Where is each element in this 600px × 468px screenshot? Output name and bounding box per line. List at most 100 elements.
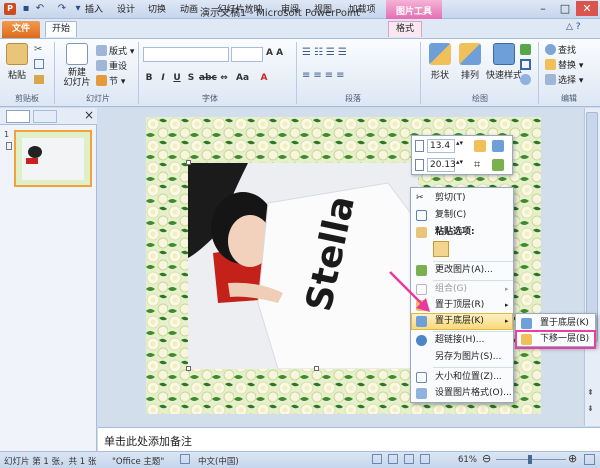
tab-transitions[interactable]: 切换 [143,3,171,19]
menu-size-and-position[interactable]: 大小和位置(Z)... [412,370,512,385]
copy-icon[interactable] [34,59,44,69]
crop-icon[interactable]: ⌗ [474,158,480,172]
quick-styles-button[interactable]: 快速样式 [484,41,524,91]
slide-thumbnail[interactable] [14,130,92,187]
paste-button[interactable]: 粘贴 [4,41,30,91]
next-slide-icon[interactable]: ⇟ [587,404,594,413]
slideshow-view-icon[interactable] [420,454,430,464]
tab-slideshow[interactable]: 幻灯片放映 [208,3,272,19]
tab-format[interactable]: 格式 [388,21,422,37]
slide-number: 1 [4,130,10,139]
bring-forward-mini-icon[interactable] [474,140,486,152]
selected-picture[interactable]: Stella [188,163,418,369]
strikethrough-button[interactable]: abc [199,72,217,84]
font-color-icon[interactable]: A [258,72,270,84]
slide-sorter-icon[interactable] [388,454,398,464]
submenu-send-backward[interactable]: 下移一层(B) [515,330,596,349]
notes-pane[interactable]: 单击此处添加备注 [98,427,600,451]
menu-separator [433,367,513,368]
resize-handle[interactable] [314,366,319,371]
find-button[interactable]: 查找 [545,44,576,57]
zoom-out-icon[interactable]: ⊖ [482,452,491,465]
layout-icon [96,45,107,56]
proofing-icon[interactable] [180,454,190,464]
shape-fill-icon[interactable] [520,44,531,55]
size-position-icon [416,372,427,383]
format-painter-icon[interactable] [34,75,44,84]
resize-handle[interactable] [186,160,191,165]
close-button[interactable]: ✕ [576,1,598,16]
width-input[interactable]: 20.13 [427,158,456,172]
menu-separator [433,280,513,281]
woman-photo: Stella [188,163,418,369]
menu-format-picture[interactable]: 设置图片格式(O)... [412,386,512,401]
height-spinner[interactable]: ▴▾ [456,139,463,147]
fit-to-window-icon[interactable] [584,454,595,465]
outline-tab[interactable] [33,110,57,123]
bold-button[interactable]: B [143,72,155,84]
shape-effects-icon[interactable] [520,74,531,85]
menu-copy[interactable]: 复制(C) [412,208,512,223]
resize-handle[interactable] [186,366,191,371]
char-spacing-icon[interactable]: ⇔ [218,72,230,84]
scroll-thumb[interactable] [586,112,598,342]
save-icon[interactable]: ▪ [20,3,32,15]
tab-addins[interactable]: 加载项 [342,3,382,19]
tab-design[interactable]: 设计 [112,3,140,19]
shape-outline-icon[interactable] [520,59,531,70]
select-button[interactable]: 选择 ▾ [545,74,583,87]
section-button[interactable]: 节 ▾ [96,75,125,88]
normal-view-icon[interactable] [372,454,382,464]
maximize-button[interactable]: □ [554,1,576,16]
close-pane-icon[interactable]: × [84,108,94,122]
paragraph-list-icons[interactable]: ☰☷☰☰ [302,47,350,58]
shadow-button[interactable]: S [185,72,197,84]
minimize-button[interactable]: – [532,1,554,16]
redo-icon[interactable]: ↷ [56,3,68,15]
zoom-in-icon[interactable]: ⊕ [568,452,577,465]
tab-home[interactable]: 开始 [45,21,77,37]
tab-file[interactable]: 文件 [2,21,40,38]
font-group-label: 字体 [202,94,218,103]
new-slide-button[interactable]: 新建 幻灯片 [60,41,94,91]
tab-animations[interactable]: 动画 [175,3,203,19]
crop-mini-icon[interactable] [492,140,504,152]
menu-save-as-picture[interactable]: 另存为图片(S)... [412,350,512,365]
arrange-button[interactable]: 排列 [456,41,484,91]
help-icon[interactable]: △ ? [566,22,581,32]
reset-button[interactable]: 重设 [96,60,127,73]
prev-slide-icon[interactable]: ⇞ [587,388,594,397]
font-name-box[interactable] [143,47,229,62]
reset-icon [96,60,107,71]
height-icon [415,140,424,152]
paste-option-picture-icon[interactable] [433,241,449,257]
paragraph-align-icons[interactable]: ≡≡≡≡ [302,70,348,81]
cut-icon[interactable]: ✂ [34,44,42,55]
width-spinner[interactable]: ▴▾ [456,158,463,166]
change-case-icon[interactable]: Aa [236,72,249,84]
shapes-button[interactable]: 形状 [424,41,456,91]
menu-separator [433,331,513,332]
language[interactable]: 中文(中国) [198,455,239,467]
submenu-send-to-back[interactable]: 置于底层(K) [517,316,594,331]
height-input[interactable]: 13.4 [427,139,455,153]
editing-group-label: 编辑 [561,94,577,103]
menu-cut[interactable]: ✂ 剪切(T) [412,191,512,206]
slides-tab[interactable] [6,110,30,123]
replace-button[interactable]: 替换 ▾ [545,59,583,72]
reading-view-icon[interactable] [404,454,414,464]
layout-button[interactable]: 版式 ▾ [96,45,134,58]
undo-icon[interactable]: ↶ [34,3,46,15]
grow-shrink-font-buttons[interactable]: A A [266,48,283,58]
zoom-slider-thumb[interactable] [528,455,532,464]
menu-hyperlink[interactable]: 超链接(H)... [412,333,512,348]
paste-icon [416,227,427,238]
tab-insert[interactable]: 插入 [80,3,108,19]
tab-view[interactable]: 视图 [309,3,337,19]
italic-button[interactable]: I [157,72,169,84]
zoom-level[interactable]: 61% [458,455,477,465]
font-size-box[interactable] [231,47,263,62]
picture-style-icon[interactable] [492,159,504,171]
underline-button[interactable]: U [171,72,183,84]
tab-review[interactable]: 审阅 [276,3,304,19]
